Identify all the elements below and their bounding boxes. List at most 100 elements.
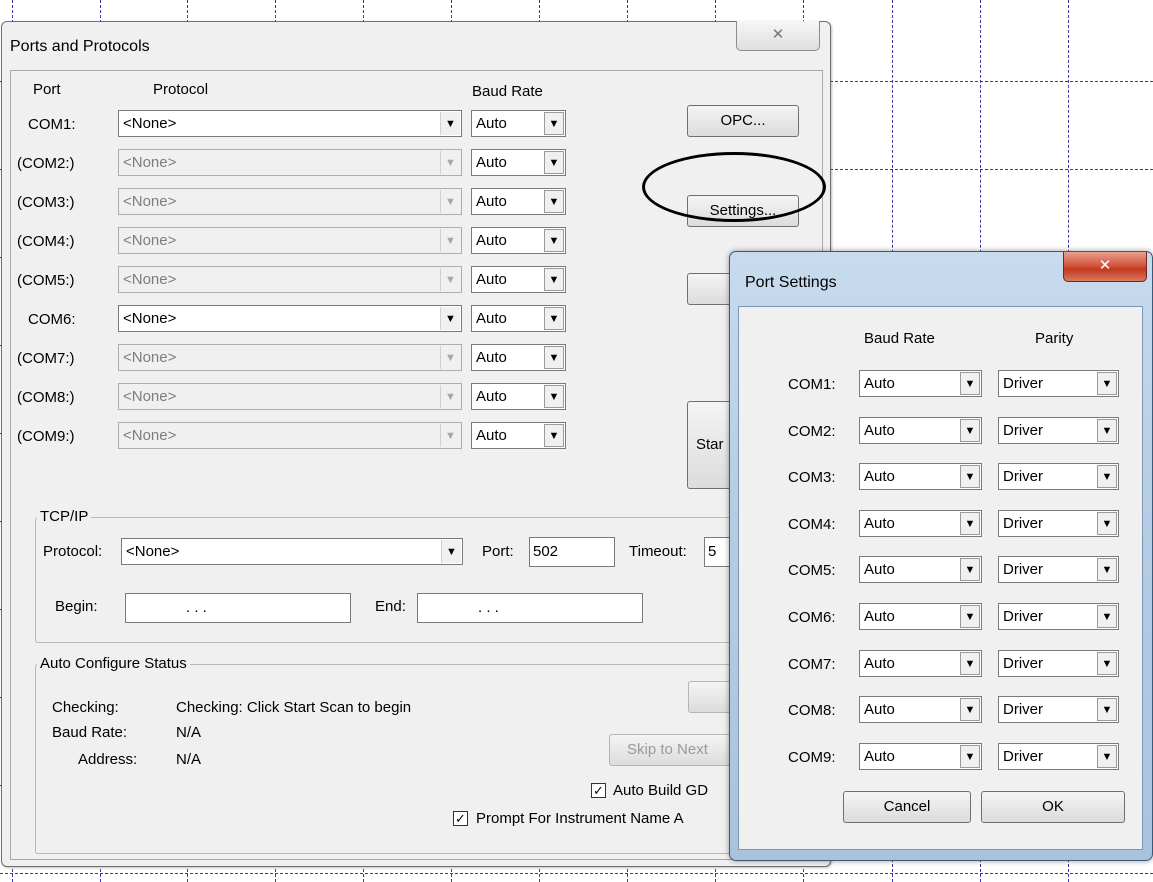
protocol-value: <None> bbox=[123, 271, 177, 288]
dialog-title: Ports and Protocols bbox=[10, 38, 150, 55]
ps-parity-select[interactable]: Driver ▼ bbox=[998, 463, 1119, 490]
chevron-down-icon: ▼ bbox=[440, 307, 460, 330]
port-label: (COM5:) bbox=[17, 272, 75, 289]
baud-rate-select[interactable]: Auto ▼ bbox=[471, 227, 566, 254]
protocol-select[interactable]: <None> ▼ bbox=[118, 305, 462, 332]
ps-baud-select[interactable]: Auto ▼ bbox=[859, 510, 982, 537]
ps-baud-select[interactable]: Auto ▼ bbox=[859, 743, 982, 770]
end-ip-value: . . . bbox=[478, 599, 499, 616]
chevron-down-icon: ▼ bbox=[544, 190, 564, 213]
port-label: (COM4:) bbox=[17, 233, 75, 250]
ps-baud-select[interactable]: Auto ▼ bbox=[859, 556, 982, 583]
begin-label: Begin: bbox=[55, 598, 98, 615]
timeout-value: 5 bbox=[708, 543, 717, 560]
protocol-select[interactable]: <None> ▼ bbox=[118, 227, 462, 254]
chevron-down-icon: ▼ bbox=[440, 151, 460, 174]
auto-build-checkbox[interactable]: ✓ bbox=[591, 783, 606, 798]
ps-baud-select[interactable]: Auto ▼ bbox=[859, 650, 982, 677]
protocol-value: <None> bbox=[123, 349, 177, 366]
ps-parity-select[interactable]: Driver ▼ bbox=[998, 650, 1119, 677]
baud-rate-select[interactable]: Auto ▼ bbox=[471, 383, 566, 410]
ps-parity-select[interactable]: Driver ▼ bbox=[998, 603, 1119, 630]
port-label: COM1: bbox=[28, 116, 76, 133]
chevron-down-icon: ▼ bbox=[544, 307, 564, 330]
ps-parity-select[interactable]: Driver ▼ bbox=[998, 370, 1119, 397]
opc-button[interactable]: OPC... bbox=[687, 105, 799, 137]
chevron-down-icon: ▼ bbox=[544, 424, 564, 447]
end-ip-field[interactable]: . . . bbox=[417, 593, 643, 623]
baud-rate-select[interactable]: Auto ▼ bbox=[471, 188, 566, 215]
baud-rate-select[interactable]: Auto ▼ bbox=[471, 110, 566, 137]
ps-parity-select[interactable]: Driver ▼ bbox=[998, 743, 1119, 770]
ps-parity-select[interactable]: Driver ▼ bbox=[998, 556, 1119, 583]
checking-value: Checking: Click Start Scan to begin bbox=[176, 699, 412, 716]
protocol-value: <None> bbox=[123, 193, 177, 210]
chevron-down-icon: ▼ bbox=[544, 268, 564, 291]
checking-label: Checking: bbox=[52, 699, 119, 716]
baud-rate-select[interactable]: Auto ▼ bbox=[471, 266, 566, 293]
chevron-down-icon: ▼ bbox=[1097, 419, 1117, 442]
ps-port-label: COM6: bbox=[788, 609, 836, 626]
ps-baud-select[interactable]: Auto ▼ bbox=[859, 603, 982, 630]
begin-ip-field[interactable]: . . . bbox=[125, 593, 351, 623]
tcp-protocol-select[interactable]: <None> ▼ bbox=[121, 538, 463, 565]
chevron-down-icon: ▼ bbox=[960, 372, 980, 395]
ps-parity-value: Driver bbox=[1003, 375, 1043, 392]
ps-baud-value: Auto bbox=[864, 468, 895, 485]
ps-parity-value: Driver bbox=[1003, 701, 1043, 718]
baud-value: Auto bbox=[476, 349, 507, 366]
baud-rate-select[interactable]: Auto ▼ bbox=[471, 422, 566, 449]
ps-parity-select[interactable]: Driver ▼ bbox=[998, 696, 1119, 723]
protocol-value: <None> bbox=[123, 154, 177, 171]
ps-baud-value: Auto bbox=[864, 748, 895, 765]
tcpip-group bbox=[35, 517, 815, 643]
tcp-port-field[interactable]: 502 bbox=[529, 537, 615, 567]
ps-baud-select[interactable]: Auto ▼ bbox=[859, 696, 982, 723]
chevron-down-icon: ▼ bbox=[960, 605, 980, 628]
auto-configure-title: Auto Configure Status bbox=[37, 655, 190, 672]
protocol-value: <None> bbox=[123, 232, 177, 249]
chevron-down-icon: ▼ bbox=[960, 745, 980, 768]
baud-rate-select[interactable]: Auto ▼ bbox=[471, 149, 566, 176]
protocol-select[interactable]: <None> ▼ bbox=[118, 149, 462, 176]
ps-baud-select[interactable]: Auto ▼ bbox=[859, 417, 982, 444]
ps-baud-value: Auto bbox=[864, 655, 895, 672]
baud-rate-select[interactable]: Auto ▼ bbox=[471, 305, 566, 332]
protocol-select[interactable]: <None> ▼ bbox=[118, 422, 462, 449]
chevron-down-icon: ▼ bbox=[960, 465, 980, 488]
chevron-down-icon: ▼ bbox=[440, 112, 460, 135]
port-label: (COM9:) bbox=[17, 428, 75, 445]
ps-cancel-button[interactable]: Cancel bbox=[843, 791, 971, 823]
port-settings-close-button[interactable]: ✕ bbox=[1063, 252, 1147, 282]
ps-parity-value: Driver bbox=[1003, 561, 1043, 578]
ps-baud-select[interactable]: Auto ▼ bbox=[859, 370, 982, 397]
ps-parity-value: Driver bbox=[1003, 608, 1043, 625]
chevron-down-icon: ▼ bbox=[960, 652, 980, 675]
ps-parity-header: Parity bbox=[1035, 330, 1074, 347]
chevron-down-icon: ▼ bbox=[1097, 465, 1117, 488]
baud-value: Auto bbox=[476, 427, 507, 444]
protocol-select[interactable]: <None> ▼ bbox=[118, 110, 462, 137]
protocol-select[interactable]: <None> ▼ bbox=[118, 344, 462, 371]
protocol-value: <None> bbox=[123, 388, 177, 405]
chevron-down-icon: ▼ bbox=[1097, 512, 1117, 535]
baud-value: Auto bbox=[476, 388, 507, 405]
chevron-down-icon: ▼ bbox=[440, 229, 460, 252]
chevron-down-icon: ▼ bbox=[1097, 698, 1117, 721]
ps-parity-select[interactable]: Driver ▼ bbox=[998, 417, 1119, 444]
ps-ok-button[interactable]: OK bbox=[981, 791, 1125, 823]
ps-port-label: COM8: bbox=[788, 702, 836, 719]
close-button[interactable]: ✕ bbox=[736, 21, 820, 51]
ps-baud-select[interactable]: Auto ▼ bbox=[859, 463, 982, 490]
ports-protocols-dialog: Ports and Protocols ✕ Port Protocol Baud… bbox=[1, 21, 831, 867]
prompt-name-checkbox[interactable]: ✓ bbox=[453, 811, 468, 826]
chevron-down-icon: ▼ bbox=[544, 229, 564, 252]
ps-baud-header: Baud Rate bbox=[864, 330, 935, 347]
protocol-select[interactable]: <None> ▼ bbox=[118, 266, 462, 293]
ps-parity-select[interactable]: Driver ▼ bbox=[998, 510, 1119, 537]
protocol-select[interactable]: <None> ▼ bbox=[118, 188, 462, 215]
protocol-select[interactable]: <None> ▼ bbox=[118, 383, 462, 410]
close-icon: ✕ bbox=[771, 26, 785, 43]
baud-rate-select[interactable]: Auto ▼ bbox=[471, 344, 566, 371]
protocol-value: <None> bbox=[123, 115, 177, 132]
